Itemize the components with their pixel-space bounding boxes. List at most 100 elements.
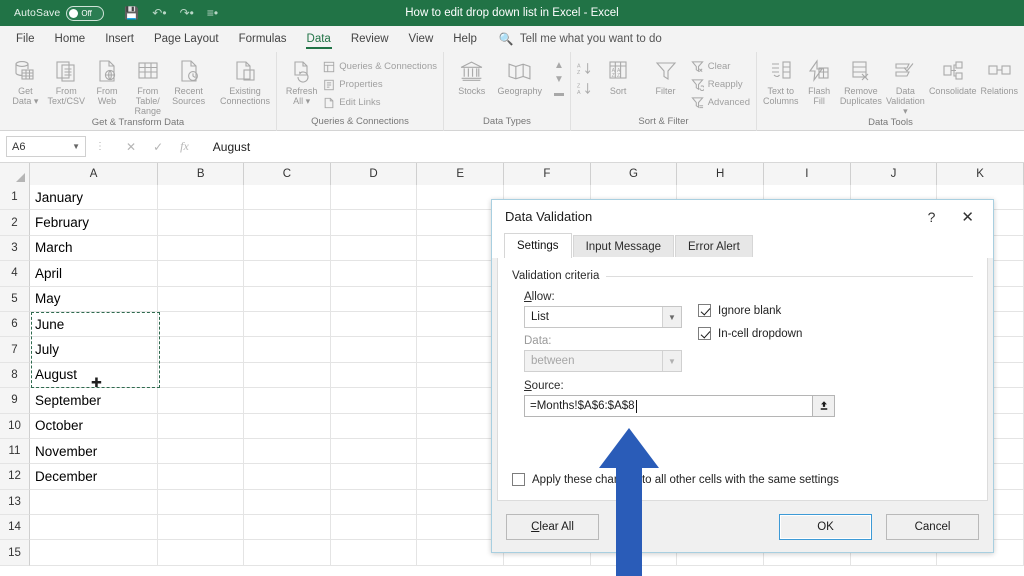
column-header-J[interactable]: J	[850, 163, 938, 185]
autosave-toggle[interactable]: Off	[66, 5, 105, 21]
refresh-all-button[interactable]: Refresh All ▾	[283, 56, 320, 106]
formula-bar-grip[interactable]: ⋮	[95, 141, 105, 152]
cell-A14[interactable]	[30, 515, 159, 541]
text-to-columns-button[interactable]: Text to Columns	[763, 56, 799, 106]
save-icon[interactable]: 💾	[124, 7, 139, 19]
cell-A2[interactable]: February	[30, 210, 159, 236]
relationships-button[interactable]: Relations	[980, 56, 1018, 96]
cell-B5[interactable]	[158, 286, 245, 312]
accept-icon[interactable]: ✓	[153, 140, 163, 154]
cancel-button[interactable]: Cancel	[886, 513, 979, 540]
cell-B11[interactable]	[158, 438, 245, 465]
recent-sources-button[interactable]: Recent Sources	[169, 56, 208, 106]
cell-C2[interactable]	[244, 210, 331, 236]
cell-C15[interactable]	[244, 540, 331, 566]
column-header-B[interactable]: B	[158, 163, 245, 185]
cell-C11[interactable]	[244, 438, 331, 465]
cell-A8[interactable]: August	[30, 362, 159, 389]
cell-A6[interactable]: June	[30, 311, 159, 338]
from-table-range-button[interactable]: From Table/ Range	[128, 56, 167, 116]
in-cell-dropdown-checkbox[interactable]: In-cell dropdown	[698, 327, 802, 340]
cell-D15[interactable]	[330, 540, 418, 566]
row-header-10[interactable]: 10	[0, 413, 30, 439]
cell-A1[interactable]: January	[30, 185, 159, 211]
cell-C7[interactable]	[244, 337, 331, 363]
edit-links-button[interactable]: Edit Links	[322, 95, 437, 110]
cell-B7[interactable]	[158, 337, 245, 363]
more-icon[interactable]: ▬	[554, 88, 564, 99]
name-box[interactable]: A6 ▼	[6, 136, 86, 157]
row-header-15[interactable]: 15	[0, 540, 30, 566]
reapply-filter-button[interactable]: Reapply	[691, 77, 750, 92]
cell-B6[interactable]	[158, 311, 245, 338]
redo-icon[interactable]: ↷•	[180, 7, 194, 19]
column-header-G[interactable]: G	[590, 163, 678, 185]
column-header-H[interactable]: H	[677, 163, 764, 185]
cell-C13[interactable]	[244, 489, 331, 516]
cell-C1[interactable]	[244, 185, 331, 211]
cell-D3[interactable]	[330, 235, 418, 262]
geography-button[interactable]: Geography	[497, 56, 542, 96]
cell-D10[interactable]	[330, 413, 418, 439]
stocks-button[interactable]: Stocks	[454, 56, 489, 96]
remove-duplicates-button[interactable]: Remove Duplicates	[840, 56, 882, 106]
tab-help[interactable]: Help	[443, 26, 487, 52]
cell-D11[interactable]	[330, 438, 418, 465]
row-header-14[interactable]: 14	[0, 515, 30, 541]
cell-C8[interactable]	[244, 362, 331, 389]
undo-icon[interactable]: ↶•	[152, 7, 166, 19]
formula-input[interactable]: August	[201, 140, 1024, 154]
select-all-corner[interactable]	[0, 163, 30, 185]
source-input[interactable]: =Months!$A$6:$A$8	[524, 395, 813, 417]
consolidate-button[interactable]: Consolidate	[929, 56, 976, 96]
properties-button[interactable]: Properties	[322, 77, 437, 92]
scroll-up-icon[interactable]: ▲	[554, 60, 564, 71]
row-header-12[interactable]: 12	[0, 464, 30, 490]
tab-file[interactable]: File	[6, 26, 45, 52]
row-header-3[interactable]: 3	[0, 235, 30, 262]
sort-az-icon[interactable]: AZ	[577, 62, 593, 75]
cell-A3[interactable]: March	[30, 235, 159, 262]
cancel-icon[interactable]: ✕	[126, 140, 136, 154]
help-icon[interactable]: ?	[915, 209, 949, 225]
cell-D1[interactable]	[330, 185, 418, 211]
cell-C5[interactable]	[244, 286, 331, 312]
in-cell-dropdown-box[interactable]	[698, 327, 711, 340]
cell-C10[interactable]	[244, 413, 331, 439]
tab-review[interactable]: Review	[341, 26, 399, 52]
cell-D9[interactable]	[330, 388, 418, 414]
row-header-6[interactable]: 6	[0, 311, 30, 338]
get-data-button[interactable]: Get Data ▾	[6, 56, 45, 106]
cell-A12[interactable]: December	[30, 464, 159, 490]
from-web-button[interactable]: From Web	[88, 56, 127, 106]
tab-data[interactable]: Data	[297, 26, 341, 52]
cell-C3[interactable]	[244, 235, 331, 262]
autosave-control[interactable]: AutoSave Off	[14, 5, 105, 21]
row-header-11[interactable]: 11	[0, 438, 30, 465]
cell-B3[interactable]	[158, 235, 245, 262]
data-types-scroll[interactable]: ▲ ▼ ▬	[554, 56, 564, 99]
clear-all-button[interactable]: Clear All	[506, 513, 599, 540]
customize-qat-icon[interactable]: ≡•	[207, 7, 218, 19]
column-header-E[interactable]: E	[417, 163, 505, 185]
cell-B4[interactable]	[158, 261, 245, 287]
tab-input-message[interactable]: Input Message	[572, 235, 674, 258]
row-header-1[interactable]: 1	[0, 185, 30, 211]
cell-B14[interactable]	[158, 515, 245, 541]
cell-B12[interactable]	[158, 464, 245, 490]
cell-D6[interactable]	[330, 311, 418, 338]
column-header-F[interactable]: F	[504, 163, 591, 185]
range-picker-button[interactable]	[813, 395, 835, 417]
queries-and-connections-button[interactable]: Queries & Connections	[322, 59, 437, 74]
row-header-7[interactable]: 7	[0, 337, 30, 363]
cell-A4[interactable]: April	[30, 261, 159, 287]
tab-settings[interactable]: Settings	[504, 233, 572, 258]
cell-B1[interactable]	[158, 185, 245, 211]
row-header-9[interactable]: 9	[0, 388, 30, 414]
cell-A7[interactable]: July	[30, 337, 159, 363]
tab-formulas[interactable]: Formulas	[229, 26, 297, 52]
allow-select[interactable]: List ▼	[524, 306, 682, 328]
row-header-8[interactable]: 8	[0, 362, 30, 389]
filter-button[interactable]: Filter	[643, 56, 687, 96]
tab-home[interactable]: Home	[45, 26, 96, 52]
